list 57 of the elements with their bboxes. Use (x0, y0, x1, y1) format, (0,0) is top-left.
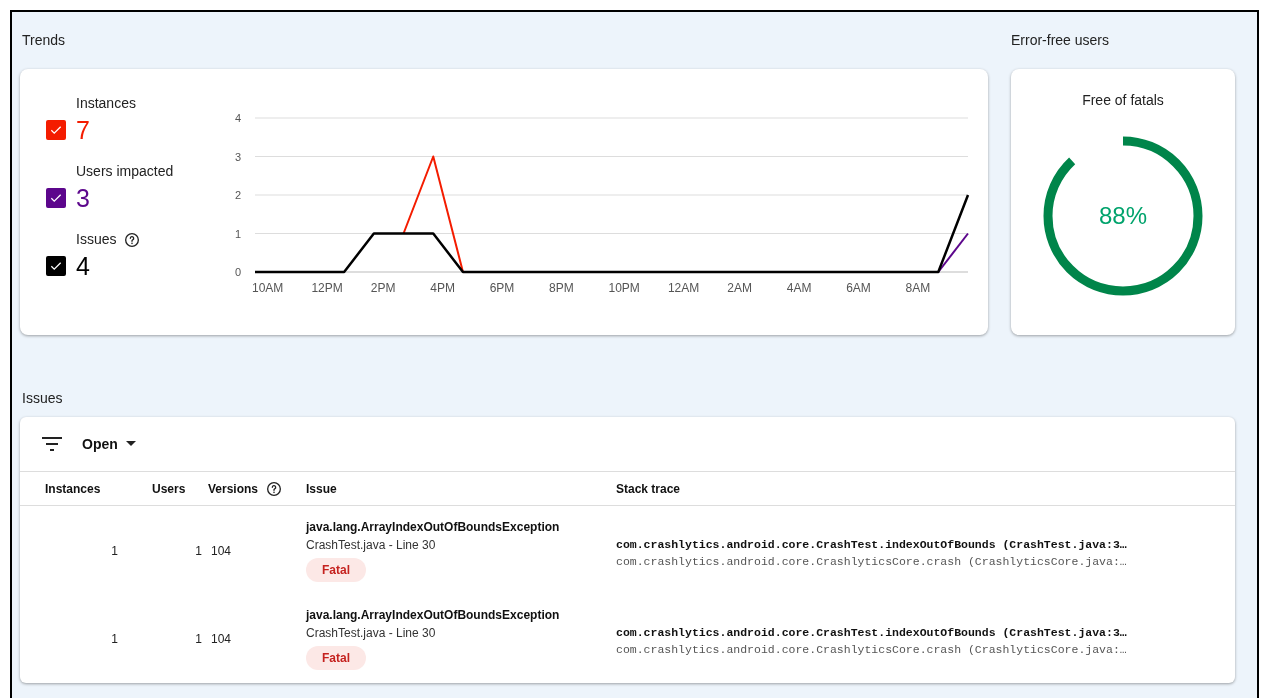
table-cell: 1 (195, 632, 202, 646)
x-tick-label: 4AM (786, 281, 812, 295)
stack-frame: com.crashlytics.android.core.CrashTest.indexOutOfBounds (CrashTest.java:3… (616, 535, 1235, 553)
y-tick-label: 0 (234, 266, 241, 278)
x-tick-label: 12PM (311, 281, 343, 295)
x-tick-label: 8AM (905, 281, 931, 295)
x-tick-label: 6PM (489, 281, 515, 295)
x-tick-label: 2AM (727, 281, 752, 295)
y-tick-label: 3 (234, 150, 241, 163)
x-tick-label: 2PM (370, 281, 396, 295)
column-header: Users (152, 480, 186, 498)
stack-frame: com.crashlytics.android.core.CrashlyticsCore.crash (CrashlyticsCore.java:… (616, 641, 1235, 659)
y-tick-label: 4 (234, 112, 241, 124)
x-tick-label: 12AM (667, 281, 700, 295)
table-cell: 104 (211, 632, 232, 646)
metric-label: Instances (76, 94, 136, 113)
table-cell: 1 (111, 544, 118, 558)
percentage-value: 88% (1098, 201, 1147, 231)
help-icon[interactable] (124, 231, 141, 248)
checkbox[interactable] (46, 120, 66, 140)
filter-icon[interactable] (42, 437, 62, 451)
caret-icon (125, 441, 136, 447)
section-title: Error-free users (1011, 31, 1111, 50)
file-location: CrashTest.java - Line 30 (306, 625, 436, 642)
checkbox[interactable] (46, 256, 66, 276)
stack-frame: com.crashlytics.android.core.CrashTest.indexOutOfBounds (CrashTest.java:3… (616, 623, 1235, 641)
column-header: Stack trace (616, 480, 681, 498)
x-tick-label: 10PM (608, 281, 640, 295)
checkbox[interactable] (46, 188, 66, 208)
x-tick-label: 6AM (846, 281, 871, 295)
severity-badge: Fatal (306, 646, 366, 670)
x-tick-label: 10AM (252, 281, 284, 295)
stack-frame: com.crashlytics.android.core.CrashlyticsCore.crash (CrashlyticsCore.java:… (616, 553, 1235, 571)
exception-name[interactable]: java.lang.ArrayIndexOutOfBoundsException (306, 606, 560, 624)
severity-badge: Fatal (306, 558, 366, 582)
help-icon[interactable] (266, 480, 283, 497)
exception-name[interactable]: java.lang.ArrayIndexOutOfBoundsException (306, 518, 560, 536)
table-cell: 1 (195, 544, 202, 558)
y-tick-label: 2 (234, 189, 241, 201)
metric-value: 4 (76, 251, 90, 282)
x-tick-label: 8PM (549, 281, 574, 295)
card-title: Free of fatals (1082, 91, 1164, 110)
metric-label: Users impacted (76, 162, 174, 181)
metric-value: 3 (76, 183, 90, 214)
metric-value: 7 (76, 115, 90, 146)
section-title: Trends (22, 31, 67, 50)
y-tick-label: 1 (234, 227, 241, 240)
file-location: CrashTest.java - Line 30 (306, 537, 436, 554)
x-tick-label: 4PM (430, 281, 455, 295)
section-title: Issues (22, 389, 64, 408)
status-dropdown[interactable]: Open (82, 433, 136, 455)
column-header: Issue (306, 480, 337, 498)
table-cell: 104 (211, 544, 232, 558)
table-cell: 1 (111, 632, 118, 646)
column-header: Instances (45, 480, 101, 498)
metric-label: Issues (76, 230, 117, 249)
column-header: Versions (208, 480, 259, 498)
